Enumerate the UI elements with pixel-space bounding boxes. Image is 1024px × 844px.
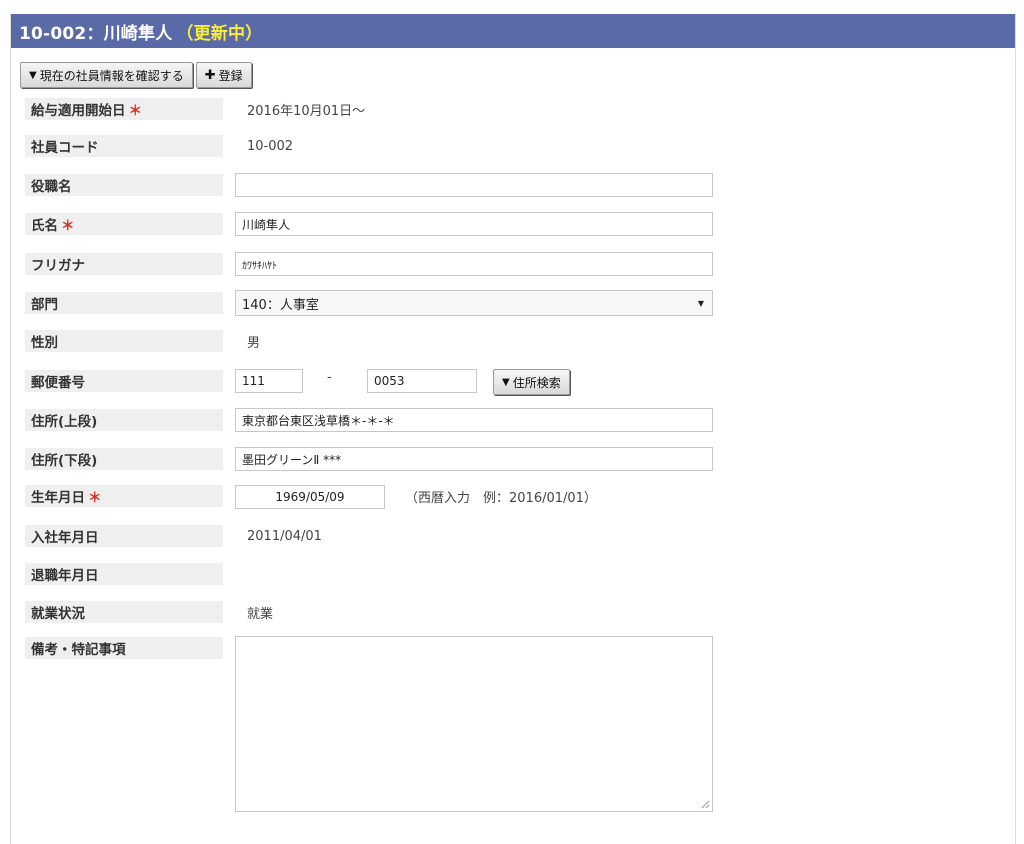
name-label-text: 氏名 <box>31 218 58 234</box>
register-button[interactable]: ✚ 登録 <box>195 62 252 88</box>
plus-icon: ✚ <box>204 67 216 83</box>
row-notes: 備考・特記事項 <box>25 634 713 812</box>
row-furigana: フリガナ ｶﾜｻｷﾊﾔﾄ <box>25 250 713 278</box>
address1-input[interactable]: 東京都台東区浅草橋＊-＊-＊ <box>235 408 713 432</box>
page-header: 10-002：川崎隼人 （更新中） <box>11 14 1015 48</box>
employee-edit-panel: 10-002：川崎隼人 （更新中） ▼ 現在の社員情報を確認する ✚ 登録 給与… <box>10 14 1016 844</box>
row-start-date: 給与適用開始日＊ 2016年10月01日〜 <box>25 95 365 123</box>
hire-date-value: 2011/04/01 <box>247 528 322 544</box>
hire-date-label: 入社年月日 <box>25 525 223 547</box>
required-mark: ＊ <box>128 103 143 119</box>
row-name: 氏名＊ 川崎隼人 <box>25 210 713 238</box>
row-hire-date: 入社年月日 2011/04/01 <box>25 522 322 550</box>
toolbar: ▼ 現在の社員情報を確認する ✚ 登録 <box>20 62 252 88</box>
postal-code-part1-input[interactable]: 111 <box>235 369 303 393</box>
birthdate-label: 生年月日＊ <box>25 485 223 507</box>
retire-date-label: 退職年月日 <box>25 563 223 585</box>
notes-label: 備考・特記事項 <box>25 637 223 659</box>
address2-input[interactable]: 墨田グリーンⅡ *** <box>235 447 713 471</box>
employment-status-label: 就業状況 <box>25 601 223 623</box>
employee-code-label: 社員コード <box>25 135 223 157</box>
start-date-label-text: 給与適用開始日 <box>31 103 126 119</box>
postal-code-label-text: 郵便番号 <box>31 375 85 391</box>
row-department: 部門 140：人事室 ▼ <box>25 289 713 317</box>
row-retire-date: 退職年月日 <box>25 560 223 588</box>
confirm-current-info-button[interactable]: ▼ 現在の社員情報を確認する <box>20 62 193 88</box>
birthdate-input[interactable]: 1969/05/09 <box>235 485 385 509</box>
gender-label: 性別 <box>25 330 223 352</box>
register-button-label: 登録 <box>218 68 243 83</box>
row-gender: 性別 男 <box>25 327 260 355</box>
resize-grip-icon[interactable] <box>701 800 710 809</box>
row-employee-code: 社員コード 10-002 <box>25 132 293 160</box>
address1-label: 住所(上段) <box>25 409 223 431</box>
status-text: （更新中） <box>176 23 263 44</box>
row-address1: 住所(上段) 東京都台東区浅草橋＊-＊-＊ <box>25 406 713 434</box>
birthdate-hint: （西暦入力 例：2016/01/01） <box>405 491 597 506</box>
triangle-down-icon: ▼ <box>502 376 510 388</box>
triangle-down-icon: ▼ <box>29 69 37 81</box>
hire-date-label-text: 入社年月日 <box>31 530 99 546</box>
postal-code-label: 郵便番号 <box>25 370 223 392</box>
caret-down-icon: ▼ <box>697 299 704 308</box>
position-input[interactable] <box>235 173 713 197</box>
postal-code-part2-input[interactable]: 0053 <box>367 369 477 393</box>
required-mark: ＊ <box>88 490 102 506</box>
retire-date-label-text: 退職年月日 <box>31 568 99 584</box>
row-position: 役職名 <box>25 171 713 199</box>
employee-code-value: 10-002 <box>247 138 294 154</box>
furigana-label-text: フリガナ <box>31 258 85 274</box>
row-employment-status: 就業状況 就業 <box>25 598 273 626</box>
address2-label: 住所(下段) <box>25 448 223 470</box>
name-label: 氏名＊ <box>25 213 223 235</box>
birthdate-label-text: 生年月日 <box>31 490 85 506</box>
name-input[interactable]: 川崎隼人 <box>235 212 713 236</box>
row-postal-code: 郵便番号 111 - 0053 ▼ 住所検索 <box>25 367 570 395</box>
department-selected-value: 140：人事室 <box>242 297 319 313</box>
address-search-button[interactable]: ▼ 住所検索 <box>493 369 570 395</box>
position-label: 役職名 <box>25 174 223 196</box>
department-select[interactable]: 140：人事室 ▼ <box>235 290 713 316</box>
notes-textarea[interactable] <box>235 636 713 812</box>
address2-label-text: 住所(下段) <box>31 453 98 469</box>
gender-label-text: 性別 <box>31 335 58 351</box>
department-label: 部門 <box>25 292 223 314</box>
employment-status-label-text: 就業状況 <box>31 606 85 622</box>
gender-value: 男 <box>247 335 261 351</box>
postal-code-separator: - <box>327 370 332 385</box>
address1-label-text: 住所(上段) <box>31 414 98 430</box>
notes-label-text: 備考・特記事項 <box>31 642 126 658</box>
confirm-button-label: 現在の社員情報を確認する <box>39 68 184 83</box>
address-search-label: 住所検索 <box>512 375 561 390</box>
required-mark: ＊ <box>61 218 75 234</box>
start-date-label: 給与適用開始日＊ <box>25 98 223 120</box>
employment-status-value: 就業 <box>247 606 274 622</box>
row-address2: 住所(下段) 墨田グリーンⅡ *** <box>25 445 713 473</box>
employee-code-label-text: 社員コード <box>31 140 99 156</box>
row-birthdate: 生年月日＊ 1969/05/09 （西暦入力 例：2016/01/01） <box>25 482 597 510</box>
page-title: 10-002：川崎隼人 <box>19 23 173 44</box>
furigana-input[interactable]: ｶﾜｻｷﾊﾔﾄ <box>235 252 713 276</box>
start-date-value: 2016年10月01日〜 <box>247 103 366 119</box>
department-label-text: 部門 <box>31 297 58 313</box>
furigana-label: フリガナ <box>25 253 223 275</box>
position-label-text: 役職名 <box>31 179 72 195</box>
